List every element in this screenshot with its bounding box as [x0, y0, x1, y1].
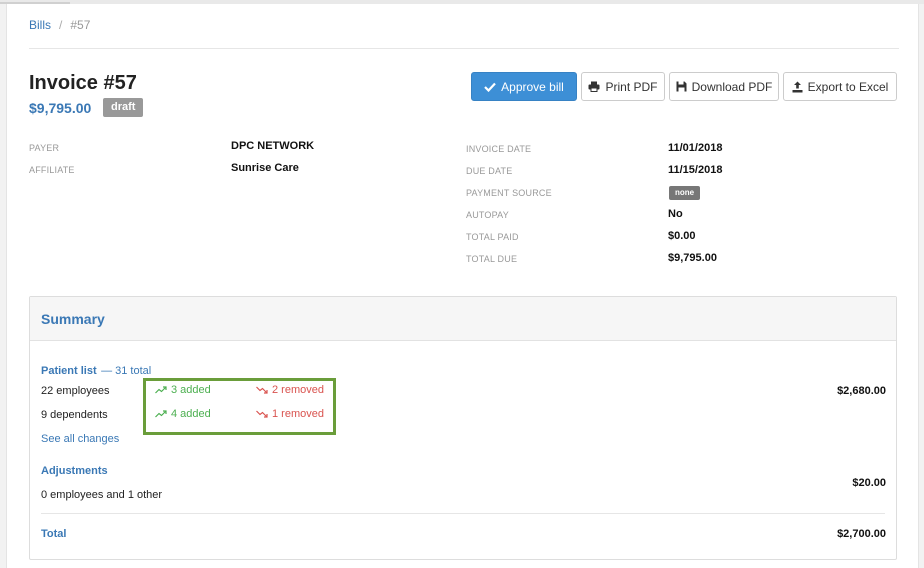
autopay-label: AUTOPAY	[466, 210, 509, 220]
due-date-label: DUE DATE	[466, 166, 513, 176]
invoice-date-label: INVOICE DATE	[466, 144, 532, 154]
status-badge: draft	[103, 98, 144, 117]
printer-icon	[588, 81, 600, 92]
dependents-count: 9 dependents	[41, 409, 108, 421]
print-pdf-button[interactable]: Print PDF	[581, 72, 665, 101]
changes-highlight-box	[143, 378, 336, 435]
approve-bill-label: Approve bill	[501, 79, 564, 94]
invoice-date-value: 11/01/2018	[668, 142, 723, 154]
breadcrumb-bills-link[interactable]: Bills	[29, 18, 51, 32]
export-excel-label: Export to Excel	[807, 79, 889, 94]
payer-label: PAYER	[29, 143, 60, 153]
check-icon	[484, 82, 496, 92]
print-pdf-label: Print PDF	[605, 79, 658, 94]
approve-bill-button[interactable]: Approve bill	[471, 72, 577, 101]
summary-panel: Summary Patient list — 31 total 22 emplo…	[29, 296, 897, 560]
patient-list-label: Patient list	[41, 365, 97, 377]
total-divider	[41, 513, 885, 514]
payer-value: DPC NETWORK	[231, 140, 315, 152]
total-paid-label: TOTAL PAID	[466, 232, 519, 242]
patient-list-heading: Patient list — 31 total	[41, 361, 151, 379]
export-icon	[792, 81, 803, 92]
export-excel-button[interactable]: Export to Excel	[783, 72, 897, 101]
total-due-label: TOTAL DUE	[466, 254, 518, 264]
autopay-value: No	[668, 208, 683, 220]
payment-source-label: PAYMENT SOURCE	[466, 188, 552, 198]
adjustments-detail: 0 employees and 1 other	[41, 489, 163, 501]
patient-list-total: — 31 total	[101, 365, 152, 377]
patient-list-amount: $2,680.00	[837, 385, 886, 397]
payment-source-badge: none	[669, 186, 701, 200]
invoice-amount: $9,795.00	[29, 100, 92, 116]
summary-title: Summary	[41, 311, 105, 327]
employees-count: 22 employees	[41, 385, 110, 397]
total-due-value: $9,795.00	[668, 252, 717, 264]
due-date-value: 11/15/2018	[668, 164, 723, 176]
save-icon	[676, 81, 687, 92]
see-all-changes-link[interactable]: See all changes	[41, 433, 119, 445]
adjustments-amount: $20.00	[852, 477, 886, 489]
page-title: Invoice #57	[29, 72, 137, 94]
download-pdf-button[interactable]: Download PDF	[669, 72, 779, 101]
header-divider	[29, 48, 899, 49]
summary-header: Summary	[30, 297, 896, 341]
bill-card: Bills / #57 Invoice #57 $9,795.00 draft Ap…	[6, 4, 919, 568]
total-paid-value: $0.00	[668, 230, 696, 242]
download-pdf-label: Download PDF	[691, 79, 773, 94]
total-amount: $2,700.00	[837, 528, 886, 540]
adjustments-label: Adjustments	[41, 465, 108, 477]
total-label: Total	[41, 528, 67, 540]
breadcrumb: Bills / #57	[29, 18, 90, 32]
affiliate-value: Sunrise Care	[231, 162, 299, 174]
breadcrumb-current: #57	[70, 18, 91, 32]
affiliate-label: AFFILIATE	[29, 165, 75, 175]
breadcrumb-separator: /	[59, 18, 63, 32]
